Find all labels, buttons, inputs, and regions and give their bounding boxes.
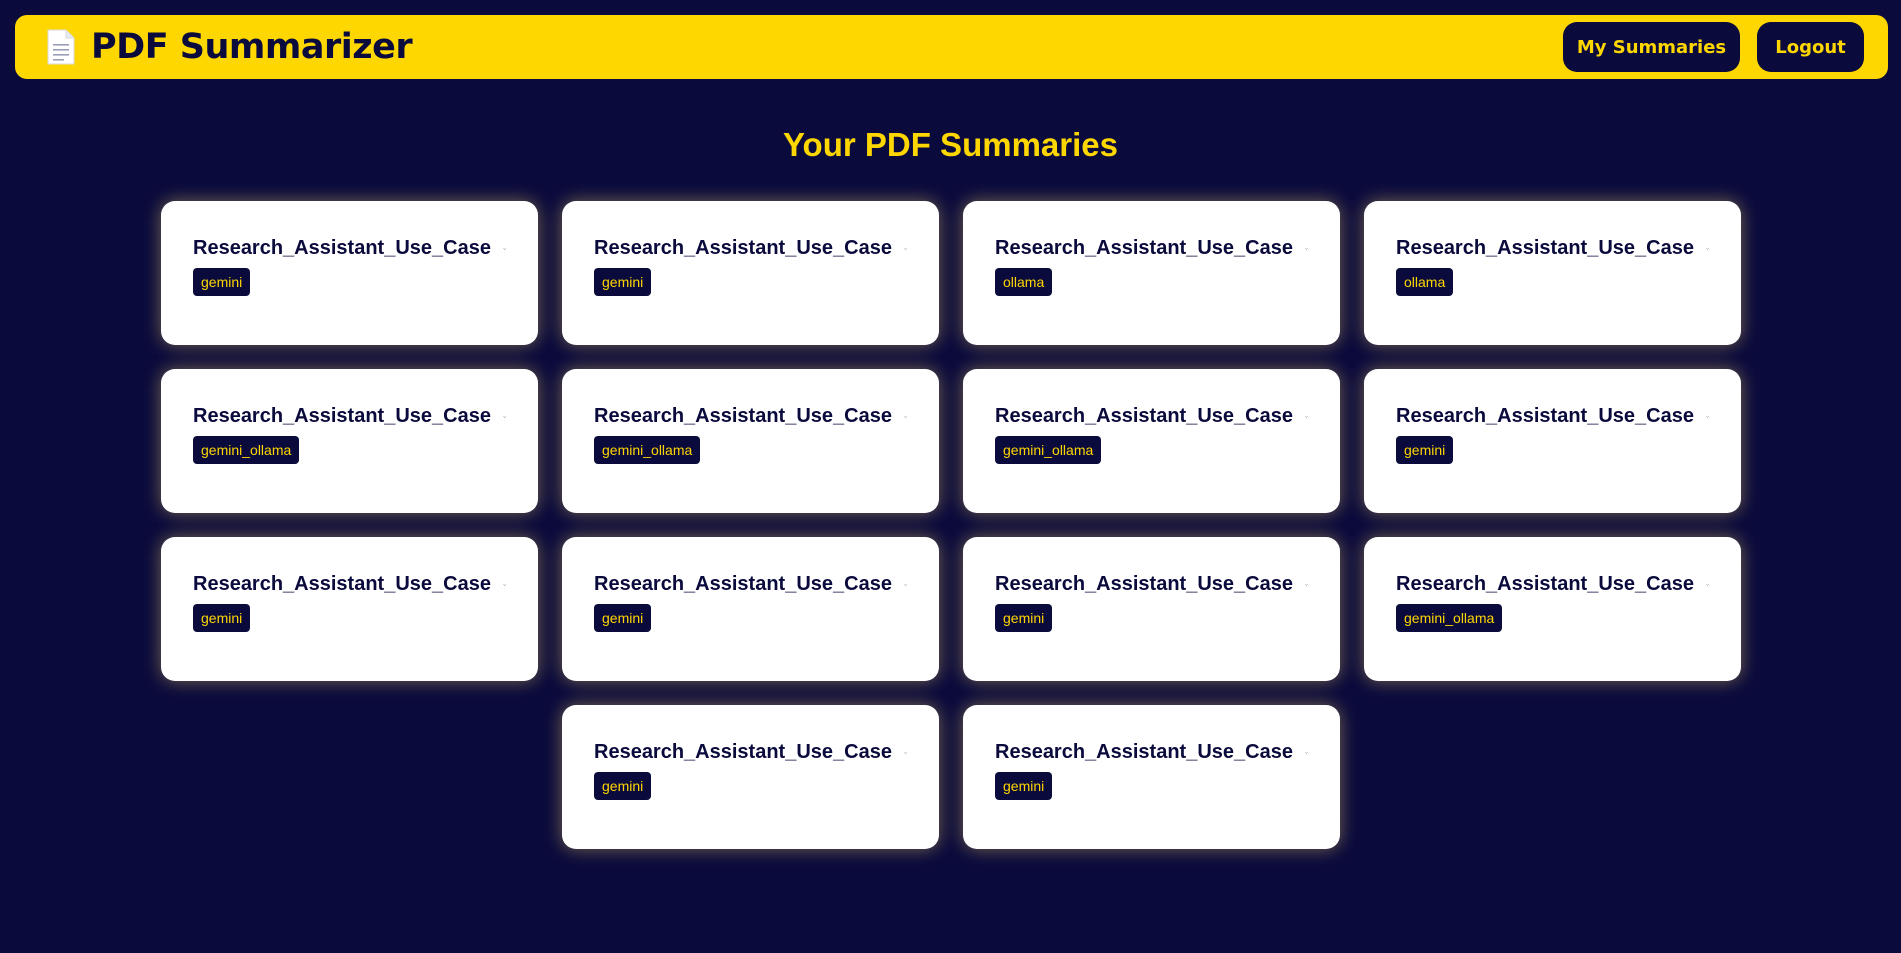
model-badge: gemini_ollama — [193, 436, 300, 464]
summary-card-header[interactable]: Research_Assistant_Use_Case — [995, 741, 1308, 764]
model-badge: gemini — [594, 772, 652, 800]
summary-card-header[interactable]: Research_Assistant_Use_Case — [193, 237, 506, 260]
navbar: PDF Summarizer My Summaries Logout — [15, 15, 1888, 79]
chevron-down-icon[interactable] — [904, 577, 907, 593]
model-badge: gemini — [594, 604, 652, 632]
summary-title: Research_Assistant_Use_Case — [995, 405, 1293, 427]
summary-card[interactable]: Research_Assistant_Use_Casegemini — [562, 705, 939, 849]
chevron-down-icon[interactable] — [503, 409, 506, 425]
summary-title: Research_Assistant_Use_Case — [193, 237, 491, 259]
summary-title: Research_Assistant_Use_Case — [594, 741, 892, 763]
summary-title: Research_Assistant_Use_Case — [193, 405, 491, 427]
model-badge: gemini — [995, 604, 1053, 632]
summary-card-header[interactable]: Research_Assistant_Use_Case — [1396, 237, 1709, 260]
summary-card[interactable]: Research_Assistant_Use_Casegemini — [562, 537, 939, 681]
model-badge: gemini_ollama — [1396, 604, 1503, 632]
document-icon — [47, 29, 75, 65]
model-badge: gemini — [594, 268, 652, 296]
summary-title: Research_Assistant_Use_Case — [995, 741, 1293, 763]
summary-card-header[interactable]: Research_Assistant_Use_Case — [193, 573, 506, 596]
model-badge: gemini_ollama — [995, 436, 1102, 464]
model-badge: gemini — [995, 772, 1053, 800]
summary-card-header[interactable]: Research_Assistant_Use_Case — [594, 237, 907, 260]
chevron-down-icon[interactable] — [904, 241, 907, 257]
summary-card[interactable]: Research_Assistant_Use_Case gemini_ollama — [963, 369, 1340, 513]
chevron-down-icon[interactable] — [503, 577, 506, 593]
summary-card-header[interactable]: Research_Assistant_Use_Case — [193, 405, 506, 428]
summary-card[interactable]: Research_Assistant_Use_Casegemini — [1364, 369, 1741, 513]
chevron-down-icon[interactable] — [904, 745, 907, 761]
model-badge: gemini — [193, 268, 251, 296]
summary-title: Research_Assistant_Use_Case — [1396, 237, 1694, 259]
chevron-down-icon[interactable] — [904, 409, 907, 425]
model-badge: ollama — [1396, 268, 1454, 296]
logout-button[interactable]: Logout — [1757, 22, 1864, 72]
chevron-down-icon[interactable] — [1305, 241, 1308, 257]
summary-card-header[interactable]: Research_Assistant_Use_Case — [995, 405, 1308, 428]
summary-card[interactable]: Research_Assistant_Use_Caseollama — [1364, 201, 1741, 345]
summary-card-header[interactable]: Research_Assistant_Use_Case — [594, 741, 907, 764]
summary-title: Research_Assistant_Use_Case — [1396, 405, 1694, 427]
nav-buttons: My Summaries Logout — [1563, 22, 1864, 72]
summary-card[interactable]: Research_Assistant_Use_Case gemini_ollama — [562, 369, 939, 513]
chevron-down-icon[interactable] — [1706, 409, 1709, 425]
summary-card[interactable]: Research_Assistant_Use_Case gemini_ollama — [161, 369, 538, 513]
chevron-down-icon[interactable] — [1305, 745, 1308, 761]
chevron-down-icon[interactable] — [1305, 577, 1308, 593]
chevron-down-icon[interactable] — [1305, 409, 1308, 425]
summary-title: Research_Assistant_Use_Case — [594, 237, 892, 259]
summary-title: Research_Assistant_Use_Case — [1396, 573, 1694, 595]
model-badge: gemini — [1396, 436, 1454, 464]
summary-title: Research_Assistant_Use_Case — [594, 405, 892, 427]
chevron-down-icon[interactable] — [1706, 241, 1709, 257]
summary-title: Research_Assistant_Use_Case — [995, 237, 1293, 259]
page-title: Your PDF Summaries — [783, 126, 1118, 163]
summary-card[interactable]: Research_Assistant_Use_Casegemini — [963, 705, 1340, 849]
model-badge: gemini — [193, 604, 251, 632]
summary-card-header[interactable]: Research_Assistant_Use_Case — [1396, 573, 1709, 596]
summary-card-header[interactable]: Research_Assistant_Use_Case — [594, 573, 907, 596]
summary-card[interactable]: Research_Assistant_Use_Casegemini — [562, 201, 939, 345]
summary-card-header[interactable]: Research_Assistant_Use_Case — [594, 405, 907, 428]
summary-card-header[interactable]: Research_Assistant_Use_Case — [995, 237, 1308, 260]
summary-title: Research_Assistant_Use_Case — [594, 573, 892, 595]
summary-card[interactable]: Research_Assistant_Use_Casegemini — [161, 201, 538, 345]
summary-card[interactable]: Research_Assistant_Use_Case gemini_ollama — [1364, 537, 1741, 681]
chevron-down-icon[interactable] — [1706, 577, 1709, 593]
chevron-down-icon[interactable] — [503, 241, 506, 257]
model-badge: ollama — [995, 268, 1053, 296]
app-title: PDF Summarizer — [91, 27, 413, 67]
summary-title: Research_Assistant_Use_Case — [193, 573, 491, 595]
summary-card[interactable]: Research_Assistant_Use_Caseollama — [963, 201, 1340, 345]
my-summaries-button[interactable]: My Summaries — [1563, 22, 1740, 72]
summaries-grid: Research_Assistant_Use_Case gemini Researc… — [161, 201, 1743, 849]
summary-card[interactable]: Research_Assistant_Use_Casegemini — [161, 537, 538, 681]
summary-card[interactable]: Research_Assistant_Use_Casegemini — [963, 537, 1340, 681]
summary-card-header[interactable]: Research_Assistant_Use_Case — [995, 573, 1308, 596]
summary-card-header[interactable]: Research_Assistant_Use_Case — [1396, 405, 1709, 428]
model-badge: gemini_ollama — [594, 436, 701, 464]
summary-title: Research_Assistant_Use_Case — [995, 573, 1293, 595]
brand[interactable]: PDF Summarizer — [45, 27, 413, 67]
